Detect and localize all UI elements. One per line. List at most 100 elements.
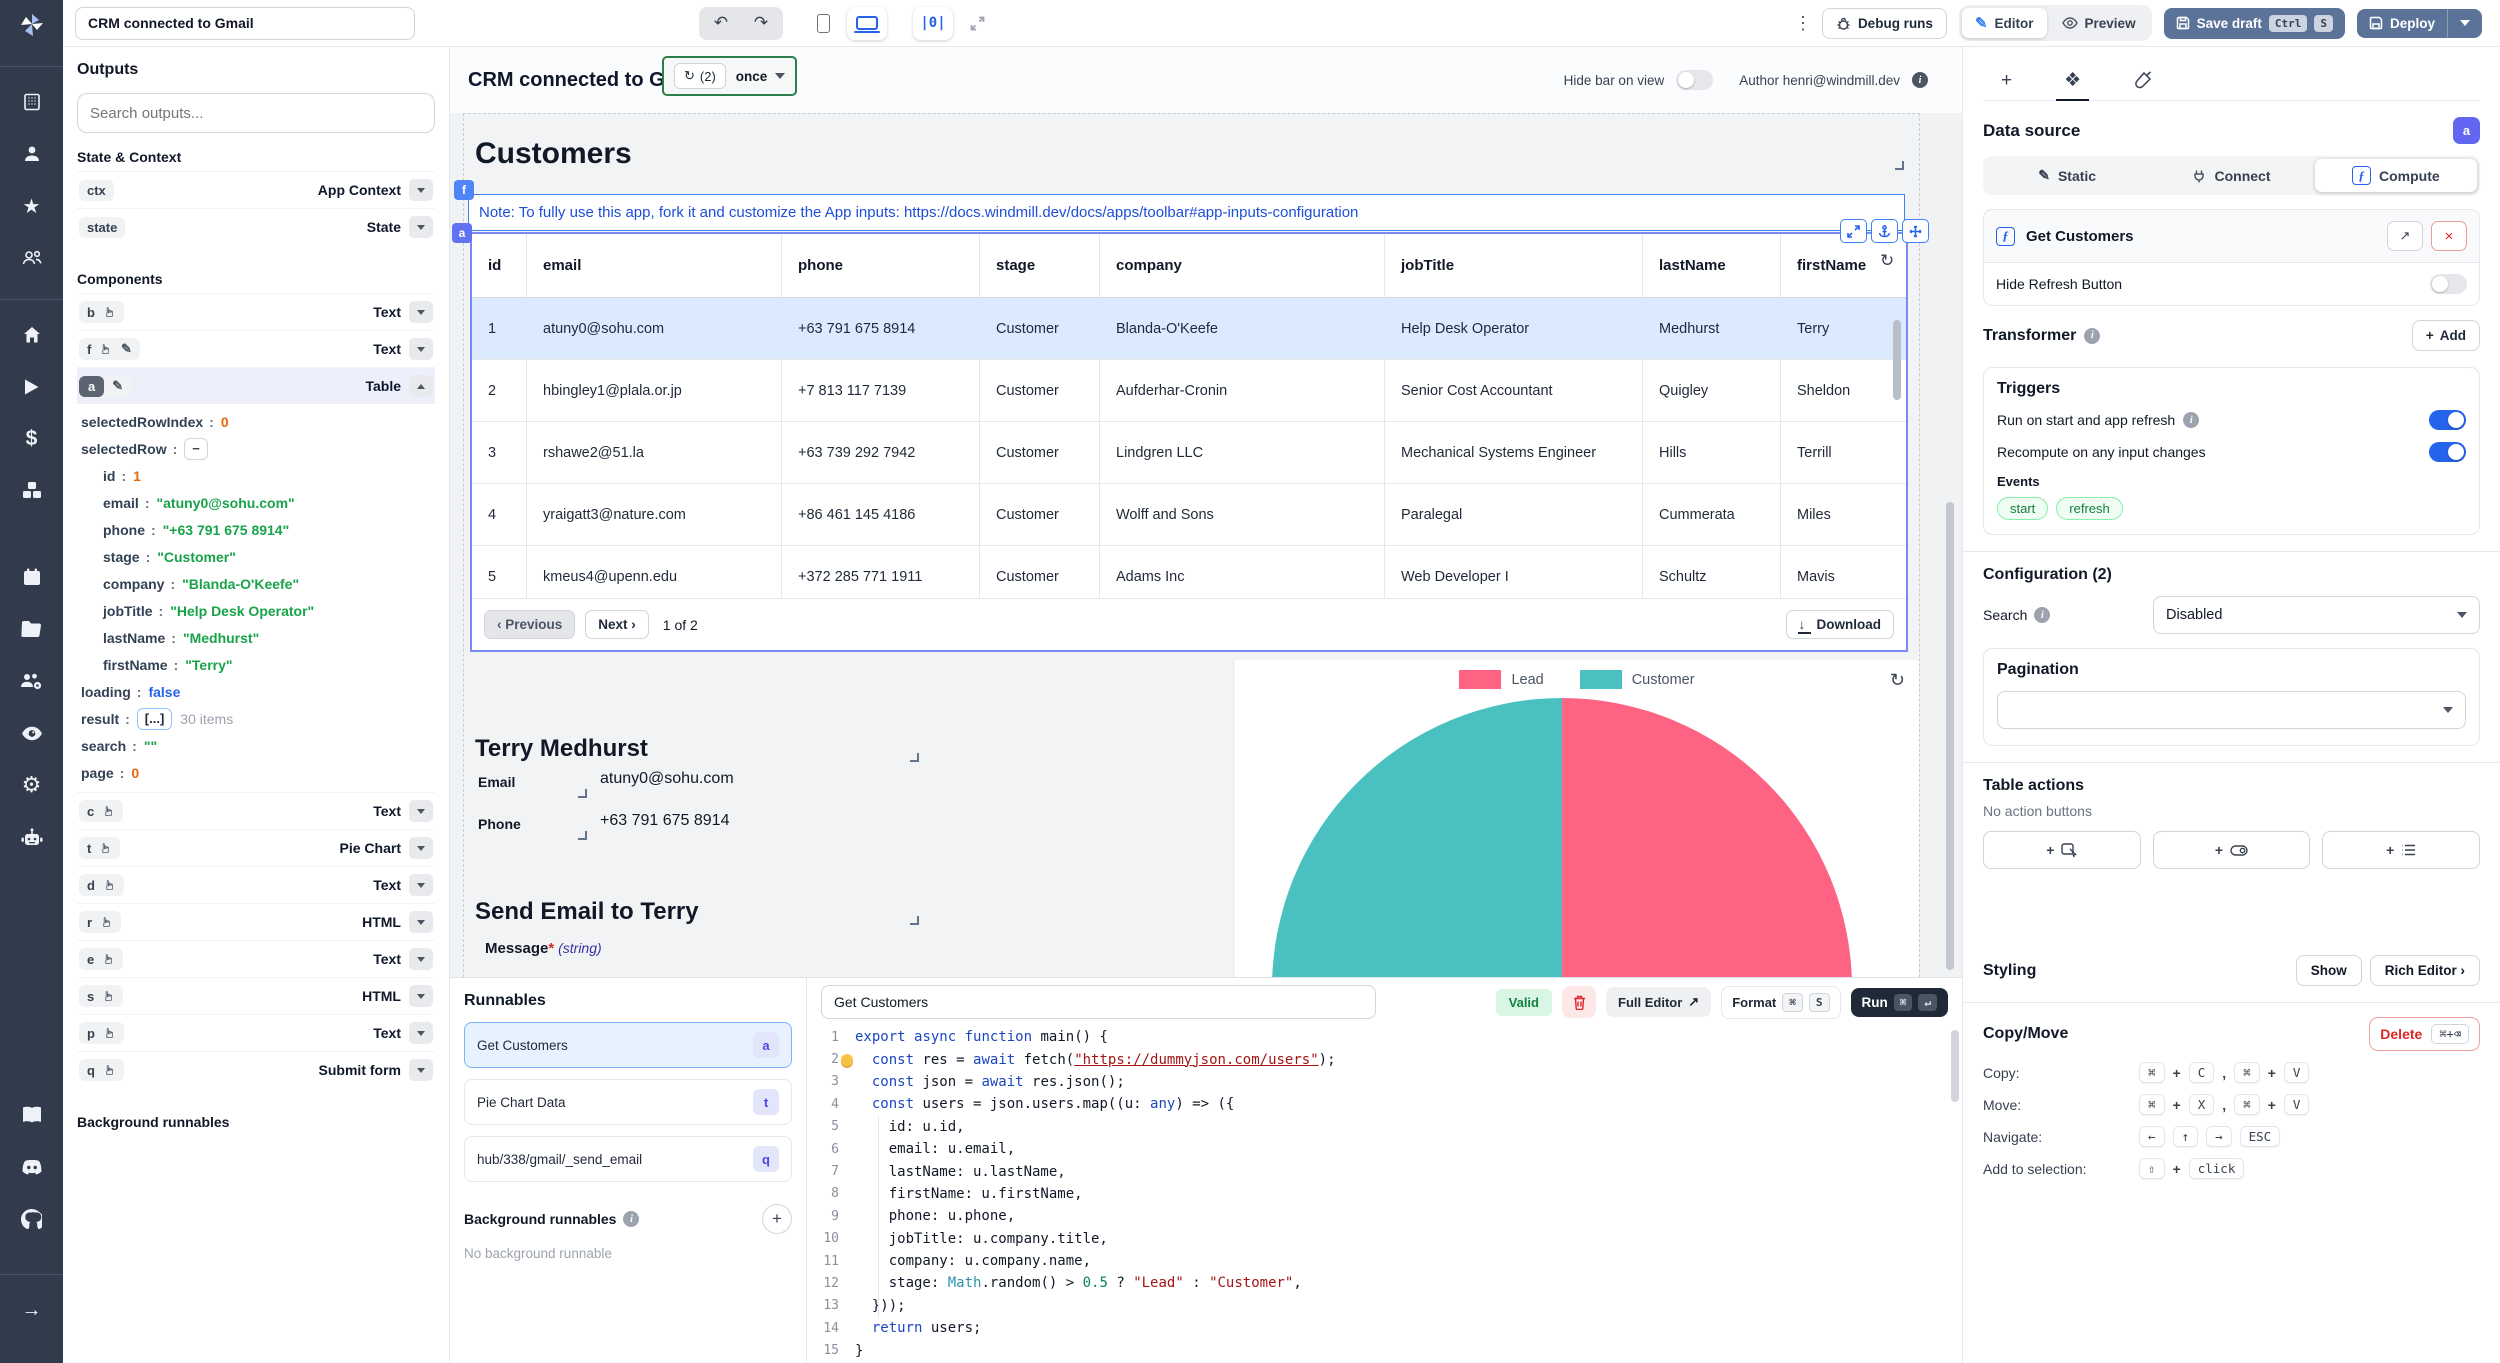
settings-gear-icon[interactable]: ⚙ [19, 772, 45, 798]
tab-preview[interactable]: Preview [2049, 8, 2149, 38]
star-icon[interactable]: ★ [19, 193, 45, 219]
column-header-phone[interactable]: phone [782, 234, 980, 297]
source-tab-compute[interactable]: ƒ Compute [2314, 159, 2477, 192]
lightbulb-icon[interactable] [841, 1053, 853, 1066]
add-select-action[interactable]: + [2322, 831, 2481, 869]
tab-component-settings[interactable]: ❖ [2056, 61, 2090, 101]
code-area[interactable]: 1 export async function main() {2 const r… [807, 1026, 1962, 1363]
code-line[interactable]: 10 jobTitle: u.company.title, [807, 1228, 1962, 1250]
user-icon[interactable] [19, 141, 45, 167]
pie-chart[interactable] [1272, 698, 1852, 977]
chevron-down-icon[interactable] [409, 338, 433, 360]
trigger-toggle[interactable] [2429, 442, 2466, 462]
move-component-icon[interactable] [1902, 219, 1929, 243]
json-line-loading[interactable]: loading: false [77, 678, 435, 705]
chevron-down-icon[interactable] [409, 911, 433, 933]
column-header-stage[interactable]: stage [980, 234, 1100, 297]
search-outputs-input[interactable] [77, 93, 435, 133]
search-mode-select[interactable]: Disabled [2153, 596, 2480, 634]
table-row[interactable]: 4 yraigatt3@nature.com +86 461 145 4186 Cus… [472, 484, 1906, 546]
workers-icon[interactable] [19, 668, 45, 694]
desktop-view-button[interactable] [847, 6, 887, 40]
code-line[interactable]: 6 email: u.email, [807, 1138, 1962, 1160]
editor-scrollbar[interactable] [1951, 1030, 1959, 1102]
styling-show-button[interactable]: Show [2295, 955, 2362, 986]
variables-dollar-icon[interactable]: $ [19, 426, 45, 452]
add-button-action[interactable]: + [1983, 831, 2141, 869]
table-refresh-icon[interactable]: ↻ [1880, 251, 1894, 271]
output-row-ctx[interactable]: ctx App Context [77, 171, 435, 208]
github-icon[interactable] [19, 1206, 45, 1232]
save-draft-button[interactable]: Save draft Ctrl S [2163, 7, 2345, 39]
json-line-id[interactable]: id:1 [77, 462, 435, 489]
json-line-page[interactable]: page:0 [77, 759, 435, 786]
full-editor-button[interactable]: Full Editor ↗ [1606, 987, 1712, 1017]
groups-icon[interactable] [19, 245, 45, 271]
open-runnable-icon[interactable]: ↗ [2387, 221, 2423, 251]
json-line-result[interactable]: result: [...] 30 items [77, 705, 435, 732]
deploy-menu-caret[interactable] [2448, 9, 2482, 38]
chevron-down-icon[interactable] [409, 948, 433, 970]
code-line[interactable]: 11 company: u.company.name, [807, 1250, 1962, 1272]
info-icon[interactable]: i [623, 1211, 640, 1227]
refresh-mode-dropdown[interactable]: once [736, 69, 786, 84]
chevron-up-icon[interactable] [409, 375, 433, 397]
delete-component-button[interactable]: Delete ⌘+⌫ [2369, 1017, 2480, 1051]
chevron-down-icon[interactable] [409, 985, 433, 1007]
rich-editor-button[interactable]: Rich Editor › [2369, 955, 2480, 986]
code-line[interactable]: 14 return users; [807, 1317, 1962, 1339]
hide-refresh-toggle[interactable] [2430, 274, 2467, 294]
table-component-badge[interactable]: a [452, 223, 472, 243]
collapse-arrow-icon[interactable]: → [19, 1297, 45, 1323]
component-row-f[interactable]: f ☞ ✎ Text [77, 330, 435, 367]
code-line[interactable]: 4 const users = json.users.map((u: any) … [807, 1093, 1962, 1115]
add-toggle-action[interactable]: + [2152, 831, 2311, 869]
docs-book-icon[interactable] [19, 1102, 45, 1128]
component-row-s[interactable]: s ☞ HTML [77, 977, 435, 1014]
component-row-d[interactable]: d ☞ Text [77, 866, 435, 903]
chevron-down-icon[interactable] [409, 1022, 433, 1044]
ai-robot-icon[interactable] [19, 824, 45, 850]
json-line-lastName[interactable]: lastName: "Medhurst" [77, 624, 435, 651]
collapse-toggle[interactable]: − [184, 437, 208, 460]
undo-button[interactable]: ↶ [701, 9, 741, 38]
code-line[interactable]: 1 export async function main() { [807, 1026, 1962, 1048]
component-row-c[interactable]: c ☞ Text [77, 792, 435, 829]
component-row-p[interactable]: p ☞ Text [77, 1014, 435, 1051]
folders-icon[interactable] [19, 616, 45, 642]
component-row-q[interactable]: q ☞ Submit form [77, 1051, 435, 1088]
next-page-button[interactable]: Next › [585, 610, 649, 639]
deploy-button[interactable]: Deploy [2356, 8, 2482, 38]
component-row-t[interactable]: t ☞ Pie Chart [77, 829, 435, 866]
app-title-input[interactable] [75, 6, 415, 40]
column-header-id[interactable]: id [472, 234, 527, 297]
chevron-down-icon[interactable] [409, 179, 433, 201]
column-header-email[interactable]: email [527, 234, 782, 297]
code-line[interactable]: 7 lastName: u.lastName, [807, 1160, 1962, 1182]
discord-icon[interactable] [19, 1154, 45, 1180]
add-background-runnable-button[interactable]: + [762, 1204, 792, 1234]
legend-item-lead[interactable]: Lead [1459, 670, 1544, 689]
legend-item-customer[interactable]: Customer [1579, 670, 1695, 689]
component-row-r[interactable]: r ☞ HTML [77, 903, 435, 940]
home-icon[interactable] [19, 322, 45, 348]
json-line-selectedRowIndex[interactable]: selectedRowIndex:0 [77, 408, 435, 435]
detach-runnable-icon[interactable]: × [2431, 221, 2467, 251]
windmill-logo-icon[interactable] [19, 12, 45, 38]
json-line-email[interactable]: email: "atuny0@sohu.com" [77, 489, 435, 516]
json-line-firstName[interactable]: firstName: "Terry" [77, 651, 435, 678]
table-row[interactable]: 5 kmeus4@upenn.edu +372 285 771 1911 Custom… [472, 546, 1906, 602]
code-line[interactable]: 12 stage: Math.random() > 0.5 ? "Lead" :… [807, 1272, 1962, 1294]
hide-bar-toggle[interactable] [1676, 70, 1714, 90]
code-line[interactable]: 5 id: u.id, [807, 1116, 1962, 1138]
chevron-down-icon[interactable] [409, 837, 433, 859]
mobile-view-button[interactable] [803, 7, 843, 40]
more-menu-icon[interactable]: ⋮ [1794, 13, 1812, 34]
refresh-app-button[interactable]: ↻ (2) [674, 63, 726, 89]
code-line[interactable]: 9 phone: u.phone, [807, 1205, 1962, 1227]
workspace-icon[interactable] [19, 89, 45, 115]
pagination-select[interactable] [1997, 691, 2466, 729]
trigger-toggle[interactable] [2429, 410, 2466, 430]
table-row[interactable]: 3 rshawe2@51.la +63 739 292 7942 Customer Li… [472, 422, 1906, 484]
center-align-button[interactable]: |0| [913, 6, 953, 40]
